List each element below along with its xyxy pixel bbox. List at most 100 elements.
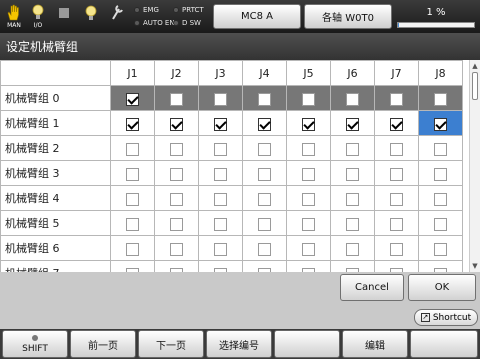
grid-cell[interactable] (418, 160, 463, 186)
grid-cell[interactable] (330, 260, 375, 272)
table-row[interactable]: 机械臂组 0 (0, 85, 463, 111)
joint-checkbox[interactable] (126, 192, 139, 206)
joint-checkbox[interactable] (346, 217, 359, 231)
next-page-key[interactable]: 下一页 (138, 330, 204, 358)
joint-checkbox[interactable] (170, 142, 183, 156)
grid-cell[interactable] (242, 260, 287, 272)
joint-checkbox[interactable] (214, 117, 227, 131)
joint-checkbox[interactable] (214, 217, 227, 231)
grid-cell[interactable] (418, 210, 463, 236)
grid-cell[interactable] (418, 260, 463, 272)
table-row[interactable]: 机械臂组 6 (0, 235, 463, 261)
joint-checkbox[interactable] (302, 92, 315, 106)
joint-checkbox[interactable] (390, 142, 403, 156)
joint-checkbox[interactable] (170, 217, 183, 231)
grid-cell[interactable] (110, 135, 155, 161)
hand-icon[interactable]: MAN (3, 3, 25, 31)
joint-checkbox[interactable] (434, 217, 447, 231)
scroll-thumb[interactable] (472, 72, 478, 100)
joint-checkbox[interactable] (302, 242, 315, 256)
grid-cell[interactable] (330, 110, 375, 136)
grid-cell[interactable] (330, 185, 375, 211)
grid-cell[interactable] (154, 210, 199, 236)
joint-checkbox[interactable] (390, 242, 403, 256)
robot-select-button[interactable]: MC8 A (213, 4, 301, 29)
grid-cell[interactable] (286, 135, 331, 161)
joint-checkbox[interactable] (302, 142, 315, 156)
table-row[interactable]: 机械臂组 2 (0, 135, 463, 161)
scroll-down-icon[interactable]: ▼ (470, 261, 480, 271)
axis-mode-button[interactable]: 各轴 W0T0 (304, 4, 392, 29)
joint-checkbox[interactable] (170, 267, 183, 272)
joint-checkbox[interactable] (126, 267, 139, 272)
edit-key[interactable]: 编辑 (342, 330, 408, 358)
grid-cell[interactable] (198, 160, 243, 186)
grid-cell[interactable] (110, 210, 155, 236)
joint-checkbox[interactable] (258, 142, 271, 156)
function-key-5[interactable] (274, 330, 340, 358)
select-number-key[interactable]: 选择编号 (206, 330, 272, 358)
grid-cell[interactable] (330, 135, 375, 161)
grid-cell[interactable] (198, 110, 243, 136)
joint-checkbox[interactable] (346, 267, 359, 272)
joint-checkbox[interactable] (346, 117, 359, 131)
joint-checkbox[interactable] (214, 267, 227, 272)
joint-checkbox[interactable] (302, 217, 315, 231)
scroll-up-icon[interactable]: ▲ (470, 61, 480, 71)
joint-checkbox[interactable] (302, 192, 315, 206)
joint-checkbox[interactable] (346, 242, 359, 256)
grid-cell[interactable] (374, 110, 419, 136)
joint-checkbox[interactable] (214, 167, 227, 181)
square-icon[interactable] (53, 3, 75, 31)
grid-cell[interactable] (286, 260, 331, 272)
joint-checkbox[interactable] (302, 167, 315, 181)
grid-cell[interactable] (154, 235, 199, 261)
joint-checkbox[interactable] (126, 142, 139, 156)
joint-checkbox[interactable] (214, 242, 227, 256)
joint-checkbox[interactable] (170, 92, 183, 106)
speed-indicator[interactable]: 1 % (395, 4, 477, 29)
joint-checkbox[interactable] (390, 167, 403, 181)
grid-cell[interactable] (418, 185, 463, 211)
joint-checkbox[interactable] (434, 167, 447, 181)
joint-checkbox[interactable] (126, 117, 139, 131)
joint-checkbox[interactable] (434, 92, 447, 106)
grid-cell[interactable] (286, 85, 331, 111)
grid-cell[interactable] (242, 210, 287, 236)
grid-cell[interactable] (242, 235, 287, 261)
bulb-icon[interactable] (80, 3, 102, 31)
grid-cell[interactable] (286, 110, 331, 136)
joint-checkbox[interactable] (390, 92, 403, 106)
cancel-button[interactable]: Cancel (340, 274, 404, 301)
joint-checkbox[interactable] (258, 92, 271, 106)
grid-cell[interactable] (110, 185, 155, 211)
joint-checkbox[interactable] (390, 192, 403, 206)
grid-cell[interactable] (198, 235, 243, 261)
wrench-icon[interactable] (106, 3, 128, 31)
joint-checkbox[interactable] (258, 167, 271, 181)
joint-checkbox[interactable] (126, 167, 139, 181)
grid-cell[interactable] (374, 85, 419, 111)
grid-cell[interactable] (374, 210, 419, 236)
grid-cell[interactable] (198, 185, 243, 211)
grid-cell[interactable] (418, 235, 463, 261)
joint-checkbox[interactable] (346, 192, 359, 206)
joint-checkbox[interactable] (390, 117, 403, 131)
joint-checkbox[interactable] (302, 267, 315, 272)
joint-checkbox[interactable] (390, 267, 403, 272)
grid-cell[interactable] (418, 110, 463, 136)
joint-checkbox[interactable] (170, 117, 183, 131)
grid-cell[interactable] (154, 260, 199, 272)
joint-checkbox[interactable] (258, 267, 271, 272)
grid-cell[interactable] (286, 160, 331, 186)
joint-checkbox[interactable] (126, 242, 139, 256)
joint-checkbox[interactable] (434, 117, 447, 131)
joint-checkbox[interactable] (214, 192, 227, 206)
joint-checkbox[interactable] (258, 192, 271, 206)
grid-cell[interactable] (154, 85, 199, 111)
table-row[interactable]: 机械臂组 3 (0, 160, 463, 186)
joint-checkbox[interactable] (434, 192, 447, 206)
joint-checkbox[interactable] (126, 92, 139, 106)
grid-cell[interactable] (330, 210, 375, 236)
joint-checkbox[interactable] (346, 142, 359, 156)
